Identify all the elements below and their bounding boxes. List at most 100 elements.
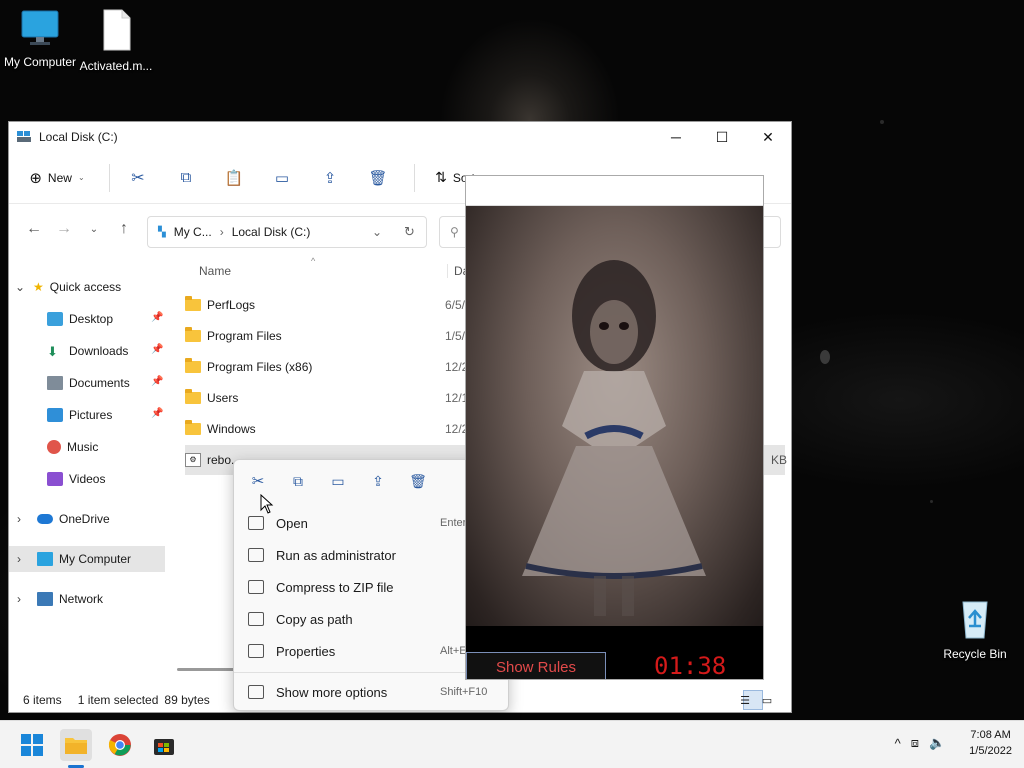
- delete-button[interactable]: 🗑: [402, 468, 434, 494]
- forward-button[interactable]: →: [49, 214, 79, 244]
- rename-button[interactable]: ▭: [322, 468, 354, 494]
- file-name: Users: [207, 391, 239, 405]
- clock-date: 1/5/2022: [969, 745, 1012, 757]
- maximize-button[interactable]: ☐: [699, 122, 745, 152]
- desktop-icon-label: My Computer: [3, 55, 77, 69]
- delete-button[interactable]: 🗑: [358, 162, 398, 194]
- paste-button[interactable]: 📋: [214, 162, 254, 194]
- clock[interactable]: 7:08 AM 1/5/2022: [969, 727, 1012, 759]
- windows-logo-icon: [21, 734, 43, 756]
- sidebar-item-network[interactable]: › Network: [17, 586, 103, 612]
- taskbar-chrome[interactable]: [104, 729, 136, 761]
- toolbar-divider: [414, 163, 415, 192]
- taskbar-file-explorer[interactable]: [60, 729, 92, 761]
- search-icon: ⚲: [450, 225, 459, 239]
- copy-button[interactable]: ⧉: [282, 468, 314, 494]
- breadcrumb-segment[interactable]: My C...: [174, 225, 212, 239]
- sidebar-item-videos[interactable]: Videos: [47, 466, 105, 492]
- chevron-down-icon: ⌄: [77, 173, 85, 182]
- chevron-right-icon[interactable]: ›: [17, 512, 37, 526]
- file-date: 1/5/: [445, 329, 466, 343]
- sidebar-item-my-computer[interactable]: › My Computer: [9, 546, 165, 572]
- tiles-view-button[interactable]: ▭: [762, 690, 785, 710]
- share-button[interactable]: ⇪: [362, 468, 394, 494]
- pin-icon: 📌: [151, 344, 164, 355]
- minimize-button[interactable]: ─: [653, 122, 699, 152]
- chevron-right-icon[interactable]: ›: [17, 552, 37, 566]
- sidebar-item-label: Documents: [69, 376, 130, 390]
- popup-title-bar[interactable]: [466, 176, 763, 206]
- copy-button[interactable]: ⧉: [166, 162, 206, 194]
- sidebar-item-onedrive[interactable]: › OneDrive: [17, 506, 110, 532]
- cut-button[interactable]: ✂: [242, 468, 274, 494]
- copy-icon: ⧉: [180, 169, 192, 186]
- rename-button[interactable]: ▭: [262, 162, 302, 194]
- chevron-up-icon[interactable]: ^: [895, 736, 901, 751]
- menu-item-label: Compress to ZIP file: [276, 579, 394, 595]
- show-rules-button[interactable]: Show Rules: [466, 652, 606, 679]
- desktop-folder-icon: [47, 312, 63, 326]
- script-file-icon: ⚙: [185, 453, 201, 467]
- address-bar[interactable]: ▚ My C... › Local Disk (C:) ⌄ ↻: [147, 216, 427, 248]
- sidebar-item-label: Pictures: [69, 408, 113, 422]
- title-bar[interactable]: Local Disk (C:) ─ ☐ ✕: [9, 122, 791, 152]
- videos-icon: [47, 472, 63, 486]
- arrow-left-icon: ←: [26, 220, 42, 237]
- share-icon: ⇪: [323, 169, 337, 187]
- start-button[interactable]: [16, 729, 48, 761]
- cut-button[interactable]: ✂: [118, 162, 158, 194]
- menu-item-show-more-options[interactable]: Show more options Shift+F10: [238, 677, 506, 707]
- scissors-icon: ✂: [251, 473, 265, 490]
- column-header-name[interactable]: Name: [199, 264, 231, 278]
- up-button[interactable]: ↑: [109, 214, 139, 244]
- chevron-right-icon[interactable]: ›: [17, 592, 37, 606]
- volume-icon[interactable]: 🔈: [929, 735, 945, 751]
- selection-count: 1 item selected: [77, 693, 159, 707]
- chevron-down-icon[interactable]: ⌄: [372, 225, 382, 239]
- file-name: Program Files: [207, 329, 282, 343]
- folder-icon: [185, 420, 201, 435]
- desktop-icon-label: Activated.m...: [79, 59, 153, 73]
- desktop-icon-my-computer[interactable]: My Computer: [0, 8, 80, 69]
- recent-locations-button[interactable]: ⌄: [79, 214, 109, 244]
- arrow-up-icon: ↑: [120, 220, 128, 237]
- sort-ascending-icon: ^: [311, 256, 316, 266]
- copy-icon: ⧉: [293, 472, 303, 489]
- sidebar-item-downloads[interactable]: ⬇ Downloads 📌: [47, 338, 167, 364]
- zip-icon: [248, 580, 264, 594]
- sidebar-item-pictures[interactable]: Pictures 📌: [47, 402, 167, 428]
- refresh-icon[interactable]: ↻: [404, 224, 415, 240]
- desktop-icon-label: Recycle Bin: [943, 647, 1007, 661]
- network-icon[interactable]: ⧈: [911, 735, 919, 751]
- new-button[interactable]: ⊕ New ⌄: [21, 162, 93, 194]
- back-button[interactable]: ←: [19, 214, 49, 244]
- close-button[interactable]: ✕: [745, 122, 791, 152]
- ghost-girl-figure: [522, 260, 706, 616]
- menu-item-shortcut: Enter: [440, 517, 467, 529]
- clipboard-icon: 📋: [224, 169, 244, 187]
- taskbar-store[interactable]: [148, 729, 180, 761]
- sidebar-item-quick-access[interactable]: ⌄ ★ Quick access: [15, 274, 121, 300]
- desktop-icon-activated-file[interactable]: Activated.m...: [76, 8, 156, 73]
- sidebar-item-label: Videos: [69, 472, 106, 486]
- chevron-down-icon[interactable]: ⌄: [15, 280, 33, 294]
- sidebar-item-music[interactable]: Music: [47, 434, 98, 460]
- path-icon: [248, 612, 264, 626]
- file-size: KB: [771, 453, 788, 467]
- sidebar-item-desktop[interactable]: Desktop 📌: [47, 306, 167, 332]
- plus-icon: ⊕: [29, 169, 42, 187]
- share-button[interactable]: ⇪: [310, 162, 350, 194]
- music-icon: [47, 440, 61, 454]
- details-view-button[interactable]: ☰: [740, 690, 763, 710]
- download-icon: ⬇: [47, 344, 58, 359]
- menu-item-label: Copy as path: [276, 611, 353, 627]
- sidebar-item-documents[interactable]: Documents 📌: [47, 370, 167, 396]
- scissors-icon: ✂: [131, 169, 145, 187]
- sort-icon: ⇅: [435, 169, 447, 185]
- desktop-icon-recycle-bin[interactable]: Recycle Bin: [935, 596, 1015, 661]
- countdown-timer: 01:38: [654, 652, 727, 680]
- breadcrumb-segment[interactable]: Local Disk (C:): [232, 225, 311, 239]
- pin-icon: 📌: [151, 408, 164, 419]
- sidebar-item-label: OneDrive: [59, 512, 110, 526]
- background-speck: [880, 120, 884, 124]
